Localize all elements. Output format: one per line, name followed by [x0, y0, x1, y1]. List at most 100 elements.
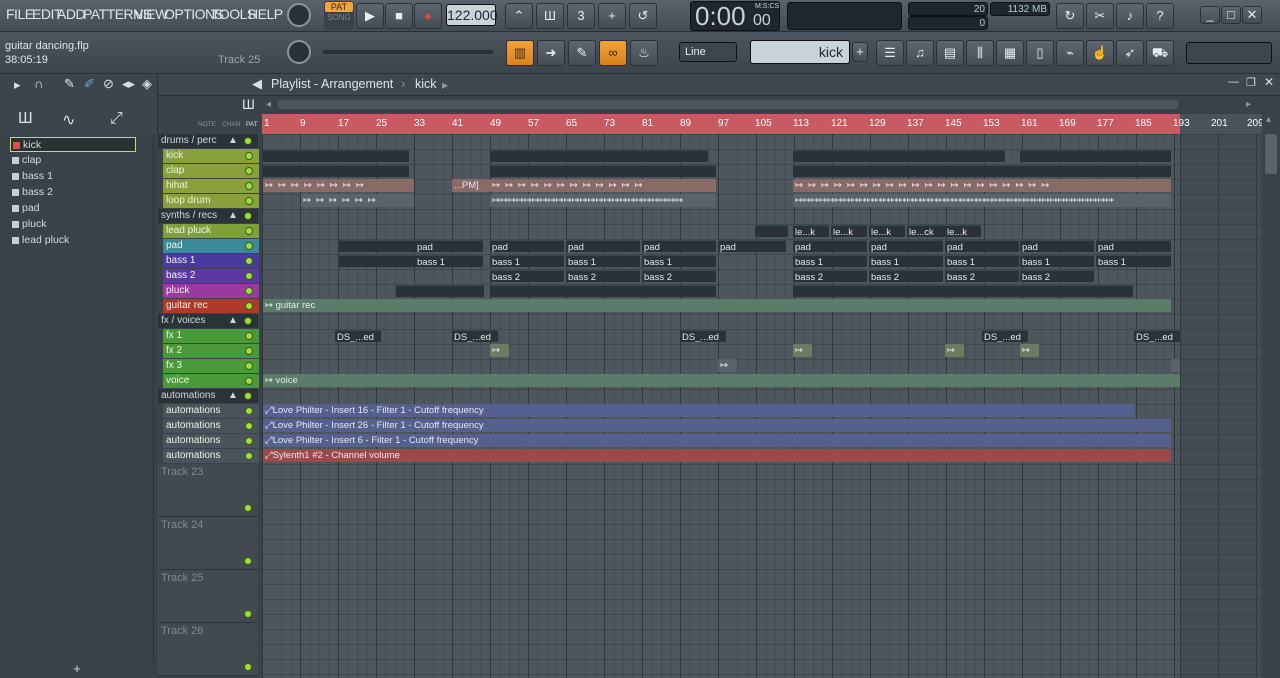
clip-pad[interactable]: pad — [1096, 239, 1171, 252]
close-button[interactable]: ✕ — [1242, 6, 1262, 24]
view-mixer-button[interactable]: ⫼ — [966, 40, 994, 66]
mute-led-icon[interactable] — [244, 504, 252, 512]
clip-bass-1[interactable]: bass 1 — [793, 254, 867, 267]
track-guitar-rec[interactable]: guitar rec — [163, 299, 259, 313]
track-voice[interactable]: voice — [163, 374, 259, 388]
clip-bass-1[interactable]: bass 1 — [566, 254, 640, 267]
clip-pluck[interactable] — [396, 284, 484, 297]
record-button[interactable]: ● — [414, 3, 442, 29]
track-empty[interactable]: Track 24 — [158, 517, 258, 570]
track-fx-1[interactable]: fx 1 — [163, 329, 259, 343]
track-automation[interactable]: automations — [163, 434, 259, 448]
browser-item-kick[interactable]: kick — [10, 137, 136, 152]
mute-led-icon[interactable] — [245, 332, 253, 340]
minimize-button[interactable]: _ — [1200, 6, 1220, 24]
clip-bass-1[interactable]: bass 1 — [415, 254, 483, 267]
clip-bass-2[interactable]: bass 2 — [566, 269, 640, 282]
browser-item-pluck[interactable]: pluck — [10, 217, 136, 232]
clip-bass-2[interactable]: bass 2 — [869, 269, 943, 282]
clip-fx-1[interactable]: DS_...ed — [680, 329, 726, 342]
clip-pluck[interactable] — [490, 284, 716, 297]
clip-lead-pluck[interactable] — [755, 224, 788, 237]
browser-item-lead-pluck[interactable]: lead pluck — [10, 233, 136, 248]
clip-bass-2[interactable]: bass 2 — [1020, 269, 1094, 282]
mute-led-icon[interactable] — [245, 227, 253, 235]
clip-bass-2[interactable]: bass 2 — [490, 269, 564, 282]
playlist-overview-scroll[interactable]: ◂ ▸ — [262, 96, 1280, 114]
pat-song-toggle[interactable]: PAT SONG — [324, 1, 354, 30]
browser-item-clap[interactable]: clap — [10, 153, 136, 168]
add-pattern-button[interactable]: + — [852, 42, 868, 62]
pattern-selector[interactable]: kick — [750, 40, 850, 64]
piano-icon[interactable]: Ш — [242, 96, 255, 112]
clip-kick[interactable] — [793, 149, 1005, 162]
stamp-button[interactable]: ♨ — [630, 40, 658, 66]
browser-piano-icon[interactable]: Ш — [18, 110, 33, 128]
news-button[interactable]: ➶ — [1116, 40, 1144, 66]
clip-pad[interactable]: pad — [945, 239, 1019, 252]
wait-input-button[interactable]: Ш — [536, 3, 564, 29]
clip-automation[interactable]: ⤢Love Philter - Insert 16 - Filter 1 - C… — [263, 404, 1135, 417]
window-minimize-icon[interactable]: — — [1228, 76, 1239, 88]
track-empty[interactable]: Track 25 — [158, 570, 258, 623]
group-led-icon[interactable] — [244, 392, 252, 400]
track-bass-2[interactable]: bass 2 — [163, 269, 259, 283]
browser-wave-icon[interactable]: ∿ — [62, 110, 75, 130]
clip-fx-1[interactable]: DS_...ed — [1134, 329, 1180, 342]
mute-led-icon[interactable] — [245, 272, 253, 280]
clip-bass-1[interactable]: bass 1 — [869, 254, 943, 267]
mute-led-icon[interactable] — [245, 452, 253, 460]
track-loop-drum[interactable]: loop drum — [163, 194, 259, 208]
menu-view[interactable]: VIEW — [134, 6, 168, 22]
mute-led-icon[interactable] — [245, 182, 253, 190]
shop-button[interactable]: ⛟ — [1146, 40, 1174, 66]
clip-loop-drum[interactable]: ↦↦↦↦↦↦ — [301, 194, 414, 207]
track-kick[interactable]: kick — [163, 149, 259, 163]
clip-lead-pluck[interactable]: le...k — [831, 224, 867, 237]
clip-voice[interactable]: ↦ voice — [263, 374, 1180, 387]
touch-controller-button[interactable]: ☝ — [1086, 40, 1114, 66]
group-header[interactable]: fx / voices ▲ — [158, 314, 258, 328]
mute-led-icon[interactable] — [245, 287, 253, 295]
playlist-grid-after-end[interactable] — [1180, 134, 1262, 678]
view-playlist-button[interactable]: ☰ — [876, 40, 904, 66]
collapse-icon[interactable]: ▲ — [228, 209, 238, 223]
mute-led-icon[interactable] — [245, 347, 253, 355]
clip-pad[interactable]: pad — [718, 239, 786, 252]
clip-pad[interactable]: pad — [490, 239, 564, 252]
magnet-icon[interactable]: ∩ — [34, 76, 43, 91]
scroll-thumb[interactable] — [1265, 134, 1277, 174]
mute-led-icon[interactable] — [245, 362, 253, 370]
window-close-icon[interactable]: ✕ — [1264, 75, 1274, 89]
mute-led-icon[interactable] — [245, 152, 253, 160]
clip-pad[interactable]: pad — [1020, 239, 1094, 252]
track-empty[interactable]: Track 23 — [158, 464, 258, 517]
mute-led-icon[interactable] — [245, 302, 253, 310]
tempo-display[interactable]: 122.000 — [446, 4, 498, 26]
track-automation[interactable]: automations — [163, 449, 259, 463]
menu-help[interactable]: HELP — [248, 6, 283, 22]
clip-hihat[interactable]: ↦↦↦↦↦↦↦↦ — [263, 179, 414, 192]
window-restore-icon[interactable]: ❐ — [1246, 76, 1256, 89]
clip-pad[interactable]: pad — [869, 239, 943, 252]
clip-pad[interactable]: pad — [566, 239, 640, 252]
slip-tool-icon[interactable]: ◈ — [142, 76, 152, 92]
clip-bass-1[interactable]: bass 1 — [1020, 254, 1094, 267]
clip-pad[interactable]: pad — [415, 239, 483, 252]
browser-item-bass2[interactable]: bass 2 — [10, 185, 136, 200]
clip-loop-drum[interactable]: ↦↦↦↦↦↦↦↦↦↦↦↦↦↦↦↦↦↦↦↦↦↦↦↦ — [490, 194, 716, 207]
browser-item-pad[interactable]: pad — [10, 201, 136, 216]
track-hihat[interactable]: hihat — [163, 179, 259, 193]
clip-bass-2[interactable]: bass 2 — [642, 269, 716, 282]
tool-draw-button[interactable]: ✎ — [568, 40, 596, 66]
clip-fx-2[interactable]: ↦ — [793, 344, 812, 357]
group-led-icon[interactable] — [244, 212, 252, 220]
link-button[interactable]: ∞ — [599, 40, 627, 66]
help-button[interactable]: ? — [1146, 3, 1174, 29]
group-header[interactable]: automations ▲ — [158, 389, 258, 403]
clip-kick[interactable] — [263, 149, 409, 162]
clip-kick[interactable] — [490, 149, 708, 162]
clip-bass-2[interactable]: bass 2 — [793, 269, 867, 282]
scroll-up-icon[interactable]: ▴ — [1266, 114, 1271, 125]
track-bass-1[interactable]: bass 1 — [163, 254, 259, 268]
